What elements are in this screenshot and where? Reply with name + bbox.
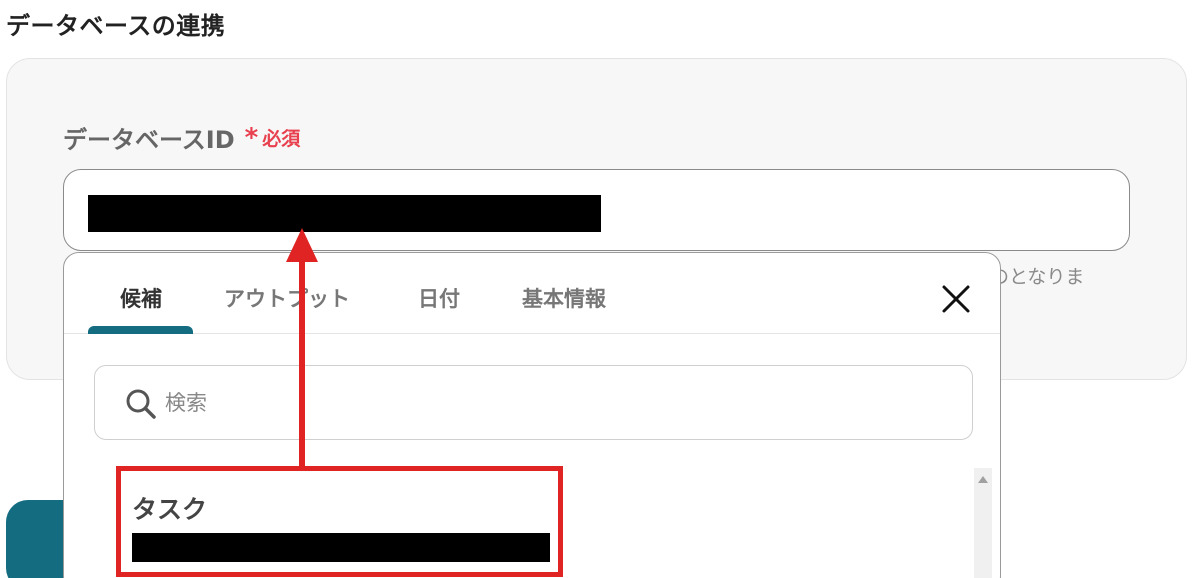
- required-asterisk: *: [244, 122, 259, 153]
- redacted-value: [88, 195, 601, 232]
- field-label-text: データベースID: [63, 126, 235, 154]
- required-badge: 必須: [262, 128, 301, 150]
- database-id-input[interactable]: [63, 169, 1130, 251]
- section-title: データベースの連携: [6, 12, 226, 40]
- list-item-title: タスク: [132, 495, 208, 524]
- search-icon: [125, 388, 157, 420]
- list-item[interactable]: タスク: [130, 485, 550, 575]
- dropdown-tabs: 候補 アウトプット 日付 基本情報: [64, 253, 1000, 334]
- scroll-up-arrow-icon[interactable]: [978, 476, 988, 483]
- search-box[interactable]: [94, 365, 973, 440]
- tab-candidates[interactable]: 候補: [120, 283, 162, 313]
- close-icon[interactable]: [938, 281, 974, 317]
- active-tab-indicator: [88, 326, 193, 334]
- field-help-text: のとなりま: [990, 266, 1085, 288]
- redacted-item-id: [132, 533, 550, 562]
- scrollbar[interactable]: [974, 468, 992, 578]
- tab-output[interactable]: アウトプット: [224, 283, 350, 313]
- search-input[interactable]: [165, 384, 945, 422]
- database-id-label: データベースID * 必須: [63, 120, 300, 155]
- tab-date[interactable]: 日付: [418, 283, 460, 313]
- suggestion-dropdown: 候補 アウトプット 日付 基本情報 検索 タスク: [63, 252, 1001, 578]
- tab-basic-info[interactable]: 基本情報: [522, 283, 606, 313]
- app-root: データベースの連携 データベースID * 必須 のとなりま 候補 アウトプット …: [0, 0, 1200, 578]
